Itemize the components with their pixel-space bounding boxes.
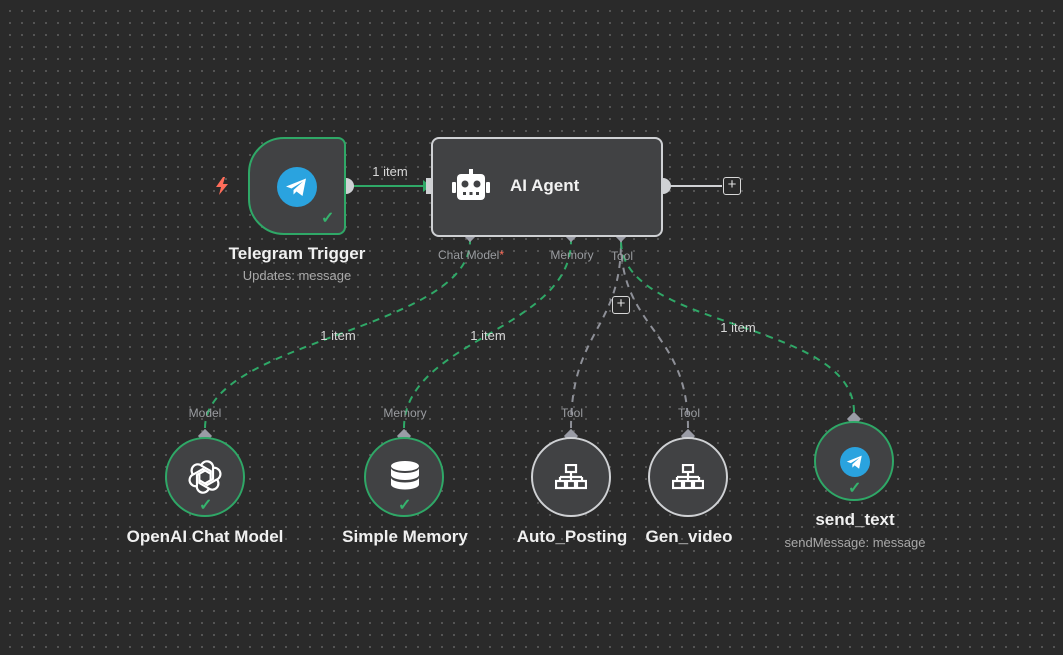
simple-memory-title: Simple Memory: [342, 527, 468, 546]
connections-layer: [197, 178, 862, 444]
success-check-icon: ✓: [398, 497, 412, 514]
agent-port-label-memory: Memory: [550, 248, 594, 262]
send-text-title: send_text: [815, 510, 895, 529]
telegram-trigger-title: Telegram Trigger: [228, 244, 366, 263]
model-port-label: Model: [188, 406, 222, 420]
required-marker: *: [499, 248, 505, 262]
send-text-subtitle: sendMessage: message: [784, 535, 926, 550]
edge-label-model: 1 item: [320, 328, 356, 343]
trigger-bolt-icon: [213, 176, 231, 196]
chat-model-label: Chat Model: [437, 248, 500, 262]
add-tool-button[interactable]: +: [612, 296, 630, 314]
telegram-trigger-subtitle: Updates: message: [242, 268, 352, 283]
success-check-icon: ✓: [321, 210, 335, 227]
telegram-icon: [839, 446, 871, 478]
success-check-icon: ✓: [848, 480, 862, 497]
edge-label-trigger-agent: 1 item: [372, 164, 408, 179]
edge-label-send-text: 1 item: [720, 320, 756, 335]
robot-icon: [450, 168, 492, 204]
add-node-after-agent-button[interactable]: +: [723, 177, 741, 195]
telegram-icon: [276, 166, 318, 208]
genvideo-port-label: Tool: [677, 406, 701, 420]
openai-chat-model-title: OpenAI Chat Model: [126, 527, 284, 546]
autoposting-port-label: Tool: [560, 406, 584, 420]
gen-video-title: Gen_video: [645, 527, 733, 546]
network-icon: [553, 462, 589, 492]
agent-port-label-chat-model: Chat Model*: [438, 248, 504, 262]
success-check-icon: ✓: [199, 497, 213, 514]
memory-port-label: Memory: [383, 406, 427, 420]
openai-icon: [187, 459, 223, 495]
edge-label-memory: 1 item: [470, 328, 506, 343]
database-icon: [387, 459, 423, 495]
edge-genvideo-agent[interactable]: [620, 240, 689, 429]
agent-port-label-tool: Tool: [610, 249, 634, 263]
edge-arrowhead: [423, 180, 431, 192]
network-icon: [670, 462, 706, 492]
ai-agent-title: AI Agent: [510, 176, 580, 195]
auto-posting-title: Auto_Posting: [516, 527, 628, 546]
edge-autoposting-agent[interactable]: [570, 240, 622, 429]
